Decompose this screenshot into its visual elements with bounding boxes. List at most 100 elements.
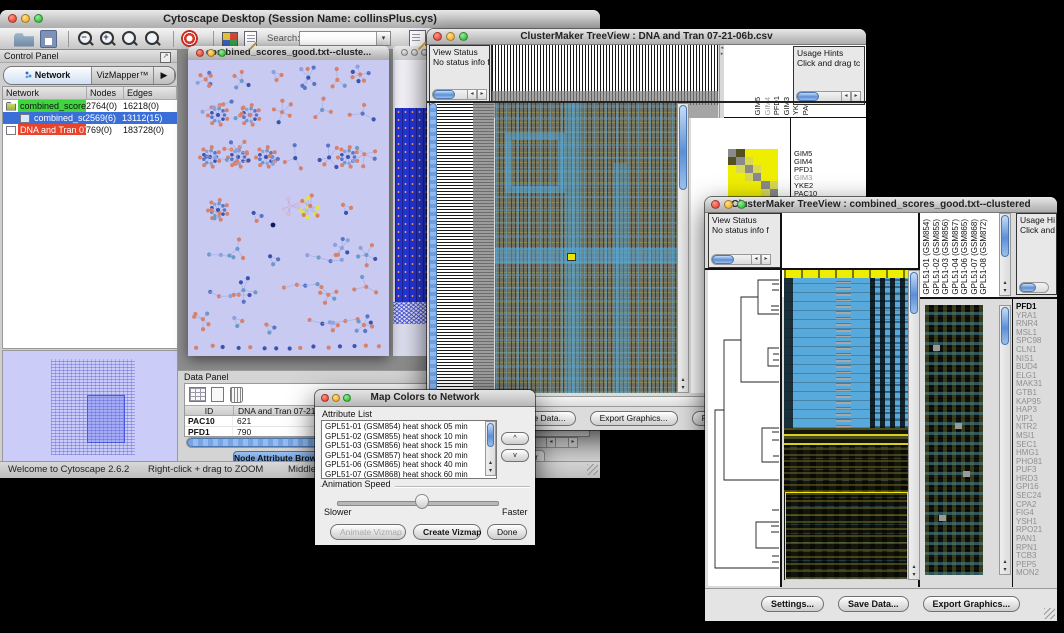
close-button[interactable] (196, 49, 204, 57)
scroll-left-icon[interactable]: ◂ (546, 437, 556, 448)
attribute-list[interactable]: GPL51-01 (GSM854) heat shock 05 minGPL51… (321, 420, 497, 479)
move-up-button[interactable]: ^ (501, 432, 529, 445)
zoom-matrix-cell (745, 181, 753, 189)
zoom-button[interactable] (34, 14, 43, 23)
open-session-icon[interactable] (14, 30, 34, 48)
zoom-matrix-cell (728, 173, 736, 181)
main-title-bar[interactable]: Cytoscape Desktop (Session Name: collins… (0, 10, 600, 29)
attribute-list-item[interactable]: GPL51-06 (GSM865) heat shock 40 min (325, 460, 484, 470)
zoom-button[interactable] (459, 32, 468, 41)
minimize-button[interactable] (207, 49, 215, 57)
zoom-button[interactable] (737, 200, 746, 209)
minimize-button[interactable] (21, 14, 30, 23)
attribute-list-item[interactable]: GPL51-01 (GSM854) heat shock 05 min (325, 422, 484, 432)
table-edit-icon[interactable] (409, 30, 426, 47)
tab-overflow-arrow[interactable]: ▶ (154, 67, 175, 84)
birdseye-viewport-rect[interactable] (87, 395, 125, 443)
zoom-matrix-cell (770, 189, 778, 197)
row-dendrogram[interactable] (437, 103, 494, 393)
create-vizmap-button[interactable]: Create Vizmap (413, 524, 481, 540)
main-heatmap[interactable] (784, 270, 908, 580)
treeview2-title: ClusterMaker TreeView : combined_scores_… (731, 199, 1030, 210)
treeview2-window: ClusterMaker TreeView : combined_scores_… (705, 197, 1057, 621)
treeview-action-button[interactable]: Save Data... (838, 596, 909, 612)
view-status-scrollbar[interactable]: ◂ ▸ (432, 89, 487, 100)
network-list-row[interactable]: combined_scores 2764(0) 16218(0) (3, 100, 177, 112)
animate-vizmap-button[interactable]: Animate Vizmap (330, 524, 406, 540)
minimize-button[interactable] (411, 49, 418, 56)
left-vscrollbar[interactable] (429, 103, 437, 393)
zoom-matrix-cell (728, 157, 736, 165)
zoom-matrix-cell (728, 149, 736, 157)
zoom-matrix-cell (770, 181, 778, 189)
resize-grip[interactable] (1044, 608, 1055, 619)
status-hint-zoom: Right-click + drag to ZOOM (148, 464, 263, 475)
zoom-heatmap-matrix[interactable] (728, 149, 778, 197)
treeview1-title-bar[interactable]: ClusterMaker TreeView : DNA and Tran 07-… (427, 29, 866, 45)
zoom-matrix-cell (745, 189, 753, 197)
minimize-button[interactable] (724, 200, 733, 209)
done-button[interactable]: Done (487, 524, 527, 540)
zoom-button[interactable] (343, 394, 351, 402)
move-down-button[interactable]: v (501, 449, 529, 462)
dialog-title-bar[interactable]: Map Colors to Network (315, 390, 535, 407)
view-status-scrollbar[interactable]: ◂ ▸ (711, 254, 771, 265)
main-heatmap[interactable] (495, 103, 677, 393)
tab-network[interactable]: Network (4, 67, 92, 84)
treeview-action-button[interactable]: Export Graphics... (590, 411, 678, 426)
treeview-action-button[interactable]: Settings... (761, 596, 824, 612)
speed-slider-thumb[interactable] (415, 494, 429, 509)
zoom-button[interactable] (218, 49, 226, 57)
float-panel-icon[interactable]: ↗ (160, 52, 171, 63)
zoom-matrix-cell (736, 173, 744, 181)
attribute-list-item[interactable]: GPL51-07 (GSM868) heat shock 60 min (325, 470, 484, 479)
treeview-action-button[interactable]: Export Graphics... (923, 596, 1021, 612)
zoom-in-icon[interactable]: + (99, 31, 115, 47)
zoom-row-labels: GIM5GIM4PFD1GIM3YKE2PAC10 (794, 150, 817, 198)
zoom-matrix-cell (753, 181, 761, 189)
network-view-window: combined_scores_good.txt--cluste... (188, 46, 389, 356)
network-title-bar[interactable]: combined_scores_good.txt--cluste... (188, 46, 389, 61)
annotation-icon[interactable] (244, 31, 257, 47)
tab-vizmapper[interactable]: VizMapper™ (92, 67, 154, 84)
new-attribute-icon[interactable] (211, 387, 224, 402)
attribute-list-vscrollbar[interactable]: ▴▾ (485, 421, 496, 476)
network-list-row[interactable]: combined_sco 2569(6) 13112(15) (3, 112, 177, 124)
minimize-button[interactable] (332, 394, 340, 402)
attribute-list-item[interactable]: GPL51-03 (GSM856) heat shock 15 min (325, 441, 484, 451)
close-button[interactable] (433, 32, 442, 41)
delete-attribute-icon[interactable] (230, 387, 243, 403)
close-button[interactable] (8, 14, 17, 23)
column-labels-vscrollbar[interactable]: ▴▾ (999, 213, 1011, 296)
network-canvas[interactable] (188, 60, 389, 356)
resize-grip[interactable] (587, 464, 598, 475)
select-attributes-icon[interactable] (189, 387, 206, 402)
gene-labels-vscrollbar[interactable]: ▴▾ (999, 305, 1011, 575)
row-dendrogram[interactable] (708, 270, 780, 586)
attribute-list-item[interactable]: GPL51-04 (GSM857) heat shock 20 min (325, 451, 484, 461)
attribute-list-item[interactable]: GPL51-02 (GSM855) heat shock 10 min (325, 432, 484, 442)
zoom-selected-icon[interactable] (121, 31, 137, 47)
gene-labels: PFD1YRA1RNR4MSL1SPC98CLN1NIS1BUD4ELG1MAK… (1016, 303, 1057, 578)
heatmap-vscrollbar[interactable]: ▴▾ (908, 270, 920, 580)
secondary-heatmap[interactable] (925, 305, 983, 575)
close-button[interactable] (401, 49, 408, 56)
help-icon[interactable] (181, 30, 198, 47)
heatmap-vscrollbar[interactable]: ▴▾ (677, 103, 689, 393)
search-dropdown-icon[interactable]: ▾ (376, 32, 390, 45)
scroll-right-icon[interactable]: ▸ (568, 437, 578, 448)
save-session-icon[interactable] (40, 30, 57, 48)
usage-hints-scrollbar[interactable] (1019, 282, 1049, 293)
treeview2-title-bar[interactable]: ClusterMaker TreeView : combined_scores_… (705, 197, 1057, 213)
zoom-fit-icon[interactable] (144, 31, 160, 47)
zoom-matrix-cell (736, 165, 744, 173)
animation-speed-label: Animation Speed (322, 479, 395, 489)
minimize-button[interactable] (446, 32, 455, 41)
close-button[interactable] (711, 200, 720, 209)
zoom-out-icon[interactable]: − (77, 31, 93, 47)
network-list-empty-area (2, 135, 178, 349)
close-button[interactable] (321, 394, 329, 402)
birdseye-view[interactable] (2, 350, 178, 462)
search-input[interactable]: ▾ (299, 31, 391, 46)
zoom-matrix-cell (753, 149, 761, 157)
